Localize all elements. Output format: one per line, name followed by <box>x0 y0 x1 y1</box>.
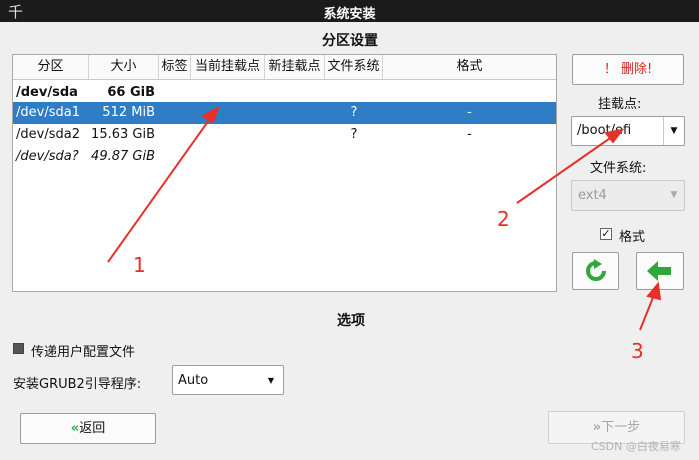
table-row-free-space[interactable]: /dev/sda? 49.87 GiB <box>13 146 556 168</box>
window-title: 系统安装 <box>323 7 376 22</box>
partition-name: /dev/sda2 <box>16 127 80 142</box>
refresh-icon <box>585 259 606 281</box>
partition-name: /dev/sda1 <box>16 105 80 120</box>
options-section-title: 选项 <box>337 313 365 329</box>
column-header-filesystem[interactable]: 文件系统 <box>325 55 383 79</box>
partition-name: /dev/sda <box>16 85 78 100</box>
format-checkbox[interactable]: ✓ <box>600 228 612 240</box>
arrow-left-icon <box>647 261 671 281</box>
revert-button[interactable] <box>572 252 619 290</box>
watermark: CSDN @白夜易寒 <box>591 440 681 453</box>
back-button[interactable]: «返回 <box>20 413 156 444</box>
grub-value[interactable]: Auto <box>178 373 208 388</box>
column-header-label[interactable]: 标签 <box>159 55 191 79</box>
partition-table[interactable]: 分区 大小 标签 当前挂载点 新挂载点 文件系统 格式 /dev/sda 66 … <box>12 54 557 292</box>
chevron-down-icon: ▼ <box>670 190 678 200</box>
apply-button[interactable] <box>636 252 684 290</box>
column-header-new-mount[interactable]: 新挂载点 <box>265 55 325 79</box>
annotation-number-1: 1 <box>133 253 146 277</box>
table-row-sda1[interactable]: /dev/sda1 512 MiB ? - <box>13 102 556 124</box>
partition-size: 512 MiB <box>102 105 155 120</box>
partition-size: 15.63 GiB <box>91 127 155 142</box>
partition-fs: ? <box>350 105 358 120</box>
annotation-arrow-3 <box>639 289 657 331</box>
column-header-format[interactable]: 格式 <box>383 55 556 79</box>
column-header-current-mount[interactable]: 当前挂载点 <box>191 55 265 79</box>
delete-button[interactable]: ！ 删除! <box>572 54 684 85</box>
partition-fs: ? <box>350 127 358 142</box>
column-header-size[interactable]: 大小 <box>89 55 159 79</box>
filesystem-value: ext4 <box>578 188 607 203</box>
mount-point-value[interactable]: /boot/efi <box>577 123 631 138</box>
table-header: 分区 大小 标签 当前挂载点 新挂载点 文件系统 格式 <box>13 55 556 80</box>
double-chevron-left-icon: « <box>70 421 80 436</box>
table-row-sda2[interactable]: /dev/sda2 15.63 GiB ? - <box>13 124 556 146</box>
filesystem-combo[interactable]: ext4 ▼ <box>571 180 685 211</box>
column-header-partition[interactable]: 分区 <box>13 55 89 79</box>
back-button-label: 返回 <box>79 421 106 436</box>
pass-user-config-label: 传递用户配置文件 <box>31 345 136 360</box>
double-chevron-right-icon: » <box>592 420 602 435</box>
partition-name: /dev/sda? <box>16 149 79 164</box>
filesystem-label: 文件系统: <box>590 161 647 176</box>
format-checkbox-label: 格式 <box>619 230 646 245</box>
chevron-down-icon[interactable]: ▼ <box>268 376 274 385</box>
mount-point-label: 挂载点: <box>598 97 642 112</box>
grub-combo[interactable]: Auto ▼ <box>172 365 284 395</box>
table-row-sda[interactable]: /dev/sda 66 GiB <box>13 82 556 104</box>
annotation-number-2: 2 <box>497 207 510 231</box>
title-bar: 千 系统安装 <box>0 0 699 22</box>
grub-label: 安装GRUB2引导程序: <box>13 377 142 392</box>
next-button-label: 下一步 <box>601 420 641 435</box>
pass-user-config-checkbox[interactable] <box>13 343 24 354</box>
partition-size: 49.87 GiB <box>91 149 155 164</box>
partition-size: 66 GiB <box>107 85 155 100</box>
partition-format: - <box>467 127 472 142</box>
annotation-number-3: 3 <box>631 339 644 363</box>
chevron-down-icon[interactable]: ▼ <box>663 117 684 145</box>
partition-section-title: 分区设置 <box>322 33 378 49</box>
partition-format: - <box>467 105 472 120</box>
mount-point-combo[interactable]: /boot/efi ▼ <box>571 116 685 146</box>
